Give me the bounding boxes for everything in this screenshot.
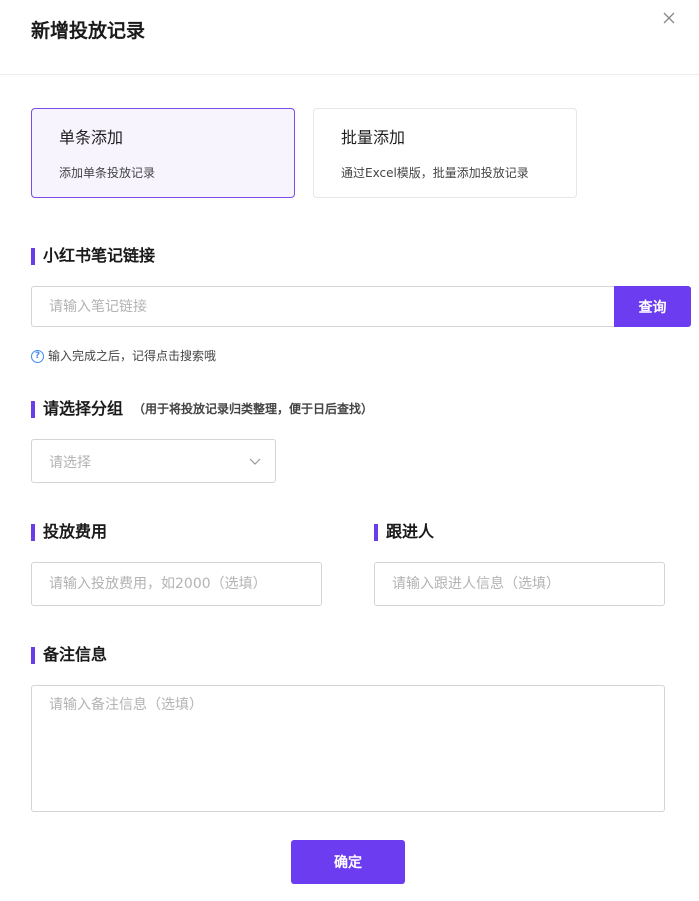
- section-marker: [31, 646, 35, 664]
- group-section-label: 请选择分组 （用于将投放记录归类整理，便于日后查找）: [31, 398, 373, 420]
- remark-section-label: 备注信息: [31, 644, 107, 666]
- note-link-label: 小红书笔记链接: [43, 246, 156, 265]
- cost-label: 投放费用: [43, 522, 108, 541]
- follower-input[interactable]: [374, 562, 665, 606]
- mode-batch-add-title: 批量添加: [341, 128, 406, 147]
- cost-input[interactable]: [31, 562, 322, 606]
- confirm-button[interactable]: 确定: [291, 840, 405, 884]
- cost-section-label: 投放费用: [31, 521, 107, 543]
- chevron-down-icon: [249, 458, 261, 465]
- section-marker: [31, 400, 35, 418]
- section-marker: [31, 523, 35, 541]
- mode-single-add-card[interactable]: 单条添加 添加单条投放记录: [31, 108, 295, 198]
- group-select[interactable]: 请选择: [31, 439, 276, 483]
- section-marker: [31, 247, 35, 265]
- note-link-tip: ? 输入完成之后，记得点击搜索哦: [31, 347, 216, 365]
- mode-single-add-title: 单条添加: [59, 128, 124, 147]
- query-button[interactable]: 查询: [614, 286, 691, 327]
- note-link-section-label: 小红书笔记链接: [31, 245, 155, 267]
- section-marker: [374, 523, 378, 541]
- close-icon[interactable]: [660, 9, 678, 27]
- question-circle-icon: ?: [31, 349, 44, 363]
- note-link-input[interactable]: [31, 286, 615, 327]
- group-label: 请选择分组: [43, 399, 124, 418]
- follower-label: 跟进人: [386, 522, 435, 541]
- dialog-header: 新增投放记录: [0, 0, 699, 75]
- dialog-title: 新增投放记录: [31, 20, 146, 42]
- mode-batch-add-card[interactable]: 批量添加 通过Excel模版，批量添加投放记录: [313, 108, 577, 198]
- follower-section-label: 跟进人: [374, 521, 434, 543]
- mode-batch-add-desc: 通过Excel模版，批量添加投放记录: [341, 166, 529, 180]
- mode-single-add-desc: 添加单条投放记录: [59, 166, 156, 180]
- note-link-tip-text: 输入完成之后，记得点击搜索哦: [48, 349, 217, 363]
- group-hint: （用于将投放记录归类整理，便于日后查找）: [133, 402, 374, 416]
- remark-textarea[interactable]: [31, 685, 665, 812]
- group-select-placeholder: 请选择: [49, 455, 91, 471]
- remark-label: 备注信息: [43, 645, 108, 664]
